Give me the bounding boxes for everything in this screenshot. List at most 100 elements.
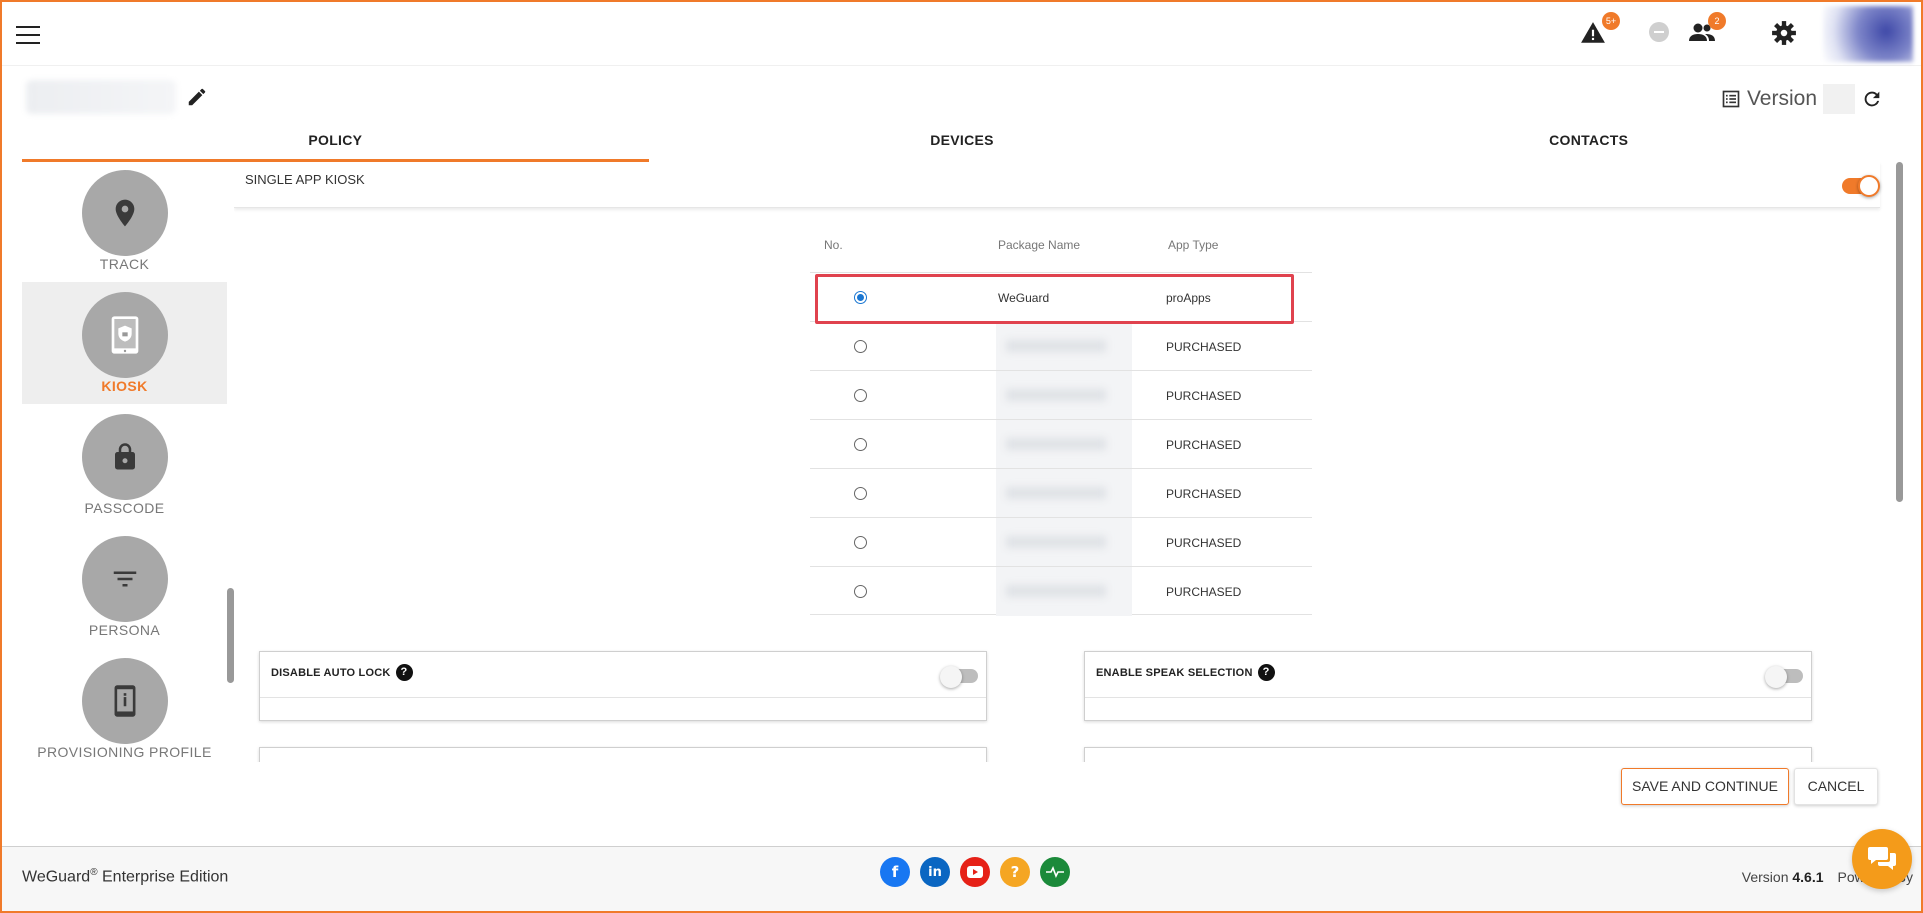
table-row: PURCHASED <box>810 566 1312 616</box>
table-row: PURCHASED <box>810 419 1312 469</box>
row-radio[interactable] <box>854 389 867 402</box>
app-type: PURCHASED <box>1166 536 1242 550</box>
setting-label: ENABLE SPEAK SELECTION <box>1096 666 1253 679</box>
sidenav-label: PASSCODE <box>84 500 165 516</box>
tab-contacts[interactable]: CONTACTS <box>1275 126 1902 162</box>
version-number: 4.6.1 <box>1792 869 1824 885</box>
footer: WeGuard® Enterprise Edition f in ? Versi… <box>0 846 1923 913</box>
status-icon[interactable] <box>1040 857 1070 887</box>
tab-bar: POLICY DEVICES CONTACTS <box>22 126 1902 162</box>
sidenav-label: PROVISIONING PROFILE <box>37 744 212 760</box>
users-badge: 2 <box>1708 12 1726 30</box>
cancel-button[interactable]: CANCEL <box>1794 768 1878 805</box>
sidenav-item-kiosk[interactable]: KIOSK <box>22 282 227 404</box>
youtube-icon[interactable] <box>960 857 990 887</box>
facebook-icon[interactable]: f <box>880 857 910 887</box>
lock-icon <box>115 443 135 470</box>
row-radio[interactable] <box>854 340 867 353</box>
filter-icon <box>113 571 137 587</box>
kiosk-toggle[interactable] <box>1842 175 1880 197</box>
app-type: PURCHASED <box>1166 340 1242 354</box>
policy-sidenav: TRACK KIOSK PASSCODE PERSONA PROVISIONIN… <box>22 162 227 762</box>
version-label: Version <box>1746 87 1817 110</box>
kiosk-title: SINGLE APP KIOSK <box>245 172 365 187</box>
status-minus-icon <box>1649 22 1669 42</box>
menu-icon[interactable] <box>16 26 40 44</box>
sidenav-label: PERSONA <box>88 622 161 638</box>
row-radio[interactable] <box>854 438 867 451</box>
sidenav-item-persona[interactable]: PERSONA <box>22 526 227 648</box>
tab-policy[interactable]: POLICY <box>22 126 649 162</box>
avatar[interactable] <box>1823 6 1913 62</box>
setting-card-enable-speak-selection: ENABLE SPEAK SELECTION? <box>1084 651 1812 721</box>
package-name-redacted <box>996 518 1132 567</box>
status-indicator <box>1647 20 1675 48</box>
package-name-redacted <box>996 469 1132 518</box>
row-radio[interactable] <box>854 536 867 549</box>
table-row: PURCHASED <box>810 517 1312 567</box>
sidenav-label: KIOSK <box>101 378 148 394</box>
table-row: PURCHASED <box>810 321 1312 371</box>
refresh-icon[interactable] <box>1861 88 1883 110</box>
app-type: PURCHASED <box>1166 487 1242 501</box>
sidenav-label: TRACK <box>99 256 150 272</box>
app-type: proApps <box>1166 291 1211 305</box>
help-icon[interactable]: ? <box>1000 857 1030 887</box>
main-scrollbar[interactable] <box>1896 162 1903 502</box>
setting-card-disable-auto-lock: DISABLE AUTO LOCK? <box>259 651 987 721</box>
linkedin-icon[interactable]: in <box>920 857 950 887</box>
alerts-badge: 5+ <box>1602 12 1620 30</box>
gear-icon <box>1772 21 1796 45</box>
table-row: WeGuard proApps <box>810 272 1312 321</box>
chat-button[interactable] <box>1852 829 1912 889</box>
col-package-name: Package Name <box>998 238 1081 252</box>
setting-label: DISABLE AUTO LOCK <box>271 666 391 679</box>
location-pin-icon <box>115 199 135 227</box>
package-name: WeGuard <box>998 291 1050 305</box>
version-value <box>1823 84 1855 114</box>
kiosk-tablet-icon <box>111 316 139 354</box>
package-name-redacted <box>996 371 1132 420</box>
app-table: No. Package Name App Type WeGuard proApp… <box>810 222 1312 616</box>
top-bar: 5+ 2 <box>0 0 1923 66</box>
save-and-continue-button[interactable]: SAVE AND CONTINUE <box>1621 768 1789 805</box>
users-button[interactable]: 2 <box>1688 12 1726 48</box>
row-radio[interactable] <box>854 291 867 304</box>
social-links: f in ? <box>880 857 1070 887</box>
kiosk-panel: SINGLE APP KIOSK No. Package Name App Ty… <box>234 162 1896 762</box>
settings-button[interactable] <box>1771 20 1799 48</box>
package-name-redacted <box>996 322 1132 371</box>
help-icon[interactable]: ? <box>395 664 413 681</box>
enable-speak-selection-toggle[interactable] <box>1765 666 1803 688</box>
list-icon[interactable] <box>1721 89 1741 109</box>
package-name-redacted <box>996 420 1132 469</box>
setting-card-partial <box>259 747 987 762</box>
app-type: PURCHASED <box>1166 389 1242 403</box>
version-area: Version <box>1721 84 1883 114</box>
footer-brand: WeGuard® Enterprise Edition <box>22 867 229 886</box>
table-row: PURCHASED <box>810 370 1312 420</box>
col-no: No. <box>824 238 843 252</box>
disable-auto-lock-toggle[interactable] <box>940 666 978 688</box>
app-type: PURCHASED <box>1166 585 1242 599</box>
policy-name <box>26 80 176 114</box>
sidenav-scrollbar[interactable] <box>227 588 234 683</box>
version-prefix: Version <box>1741 869 1793 885</box>
col-app-type: App Type <box>1168 238 1219 252</box>
setting-card-partial <box>1084 747 1812 762</box>
kiosk-header: SINGLE APP KIOSK <box>234 162 1880 208</box>
app-type: PURCHASED <box>1166 438 1242 452</box>
table-row: PURCHASED <box>810 468 1312 518</box>
row-radio[interactable] <box>854 585 867 598</box>
help-icon[interactable]: ? <box>1257 664 1275 681</box>
sidenav-item-passcode[interactable]: PASSCODE <box>22 404 227 526</box>
sidenav-item-provisioning-profile[interactable]: PROVISIONING PROFILE <box>22 648 227 762</box>
tab-devices[interactable]: DEVICES <box>649 126 1276 162</box>
edit-icon[interactable] <box>186 86 208 108</box>
chat-icon <box>1868 847 1896 870</box>
package-name-redacted <box>996 567 1132 616</box>
alerts-button[interactable]: 5+ <box>1580 12 1620 48</box>
table-header: No. Package Name App Type <box>810 222 1312 272</box>
row-radio[interactable] <box>854 487 867 500</box>
sidenav-item-track[interactable]: TRACK <box>22 162 227 282</box>
